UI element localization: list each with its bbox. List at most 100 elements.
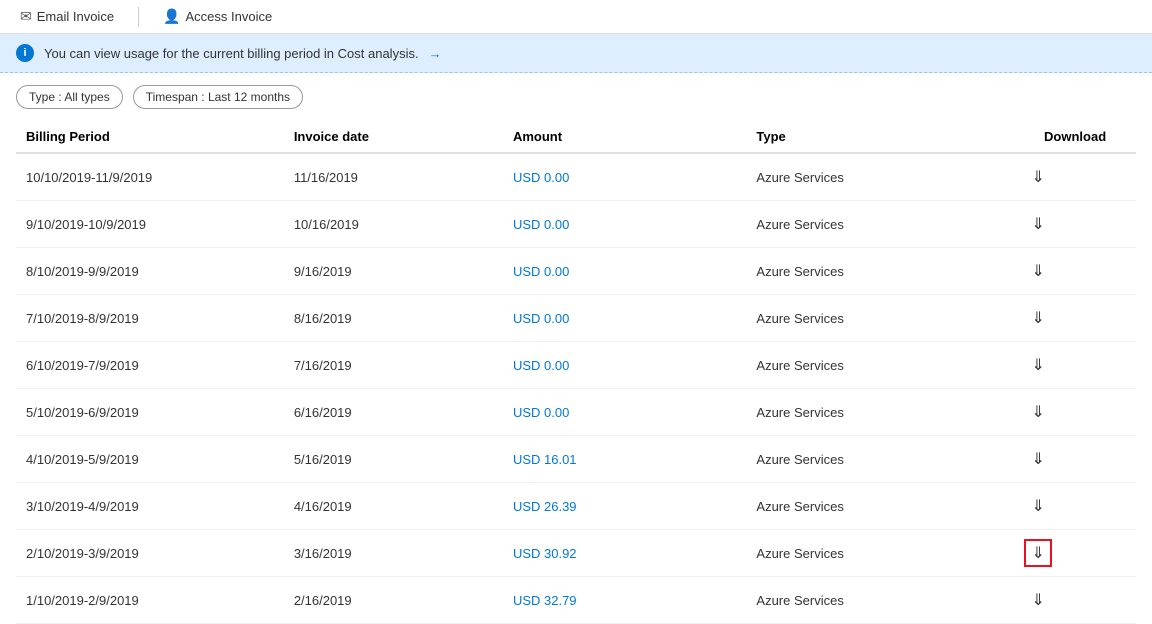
person-icon: 👤 <box>163 8 180 25</box>
download-cell[interactable]: ⇓ <box>1014 153 1136 201</box>
download-button[interactable]: ⇓ <box>1024 492 1052 520</box>
billing-period-cell: 8/10/2019-9/9/2019 <box>16 248 284 295</box>
amount-cell[interactable]: USD 26.39 <box>503 483 746 530</box>
invoices-table: Billing Period Invoice date Amount Type … <box>16 121 1136 624</box>
amount-cell[interactable]: USD 30.92 <box>503 530 746 577</box>
download-cell[interactable]: ⇓ <box>1014 295 1136 342</box>
col-header-download: Download <box>1014 121 1136 153</box>
download-cell[interactable]: ⇓ <box>1014 389 1136 436</box>
download-button[interactable]: ⇓ <box>1024 445 1052 473</box>
table-row: 9/10/2019-10/9/201910/16/2019 USD 0.00 Azu… <box>16 201 1136 248</box>
type-filter-button[interactable]: Type : All types <box>16 85 123 109</box>
invoice-date-cell: 6/16/2019 <box>284 389 503 436</box>
amount-link[interactable]: USD 30.92 <box>513 546 577 561</box>
amount-link[interactable]: USD 0.00 <box>513 358 569 373</box>
invoice-date-cell: 4/16/2019 <box>284 483 503 530</box>
billing-period-cell: 2/10/2019-3/9/2019 <box>16 530 284 577</box>
amount-cell[interactable]: USD 0.00 <box>503 201 746 248</box>
amount-link[interactable]: USD 0.00 <box>513 217 569 232</box>
amount-cell[interactable]: USD 0.00 <box>503 389 746 436</box>
table-row: 1/10/2019-2/9/20192/16/2019 USD 32.79 Azur… <box>16 577 1136 624</box>
invoice-date-cell: 10/16/2019 <box>284 201 503 248</box>
table-header-row: Billing Period Invoice date Amount Type … <box>16 121 1136 153</box>
billing-period-cell: 3/10/2019-4/9/2019 <box>16 483 284 530</box>
amount-link[interactable]: USD 26.39 <box>513 499 577 514</box>
type-cell: Azure Services <box>746 436 1014 483</box>
email-invoice-label: Email Invoice <box>37 9 114 24</box>
download-cell[interactable]: ⇓ <box>1014 483 1136 530</box>
invoice-date-cell: 5/16/2019 <box>284 436 503 483</box>
email-icon: ✉ <box>20 8 32 25</box>
filter-bar: Type : All types Timespan : Last 12 mont… <box>0 73 1152 121</box>
billing-period-cell: 1/10/2019-2/9/2019 <box>16 577 284 624</box>
download-button[interactable]: ⇓ <box>1024 163 1052 191</box>
billing-period-cell: 4/10/2019-5/9/2019 <box>16 436 284 483</box>
table-row: 8/10/2019-9/9/20199/16/2019 USD 0.00 Azure… <box>16 248 1136 295</box>
toolbar-separator <box>138 7 139 27</box>
type-cell: Azure Services <box>746 483 1014 530</box>
email-invoice-button[interactable]: ✉ Email Invoice <box>16 6 118 27</box>
type-cell: Azure Services <box>746 248 1014 295</box>
amount-cell[interactable]: USD 0.00 <box>503 153 746 201</box>
table-row: 4/10/2019-5/9/20195/16/2019 USD 16.01 Azur… <box>16 436 1136 483</box>
download-button[interactable]: ⇓ <box>1024 539 1052 567</box>
invoice-date-cell: 11/16/2019 <box>284 153 503 201</box>
table-row: 6/10/2019-7/9/20197/16/2019 USD 0.00 Azure… <box>16 342 1136 389</box>
access-invoice-button[interactable]: 👤 Access Invoice <box>159 6 276 27</box>
type-cell: Azure Services <box>746 530 1014 577</box>
download-cell[interactable]: ⇓ <box>1014 436 1136 483</box>
info-banner: i You can view usage for the current bil… <box>0 34 1152 73</box>
amount-cell[interactable]: USD 0.00 <box>503 342 746 389</box>
billing-period-cell: 7/10/2019-8/9/2019 <box>16 295 284 342</box>
toolbar: ✉ Email Invoice 👤 Access Invoice <box>0 0 1152 34</box>
invoice-date-cell: 7/16/2019 <box>284 342 503 389</box>
amount-link[interactable]: USD 0.00 <box>513 264 569 279</box>
type-cell: Azure Services <box>746 153 1014 201</box>
download-button[interactable]: ⇓ <box>1024 210 1052 238</box>
amount-link[interactable]: USD 0.00 <box>513 170 569 185</box>
col-header-invoice-date: Invoice date <box>284 121 503 153</box>
table-row: 10/10/2019-11/9/201911/16/2019 USD 0.00 Az… <box>16 153 1136 201</box>
type-cell: Azure Services <box>746 201 1014 248</box>
download-button[interactable]: ⇓ <box>1024 351 1052 379</box>
type-cell: Azure Services <box>746 389 1014 436</box>
info-icon: i <box>16 44 34 62</box>
download-cell[interactable]: ⇓ <box>1014 577 1136 624</box>
access-invoice-label: Access Invoice <box>185 9 272 24</box>
amount-cell[interactable]: USD 16.01 <box>503 436 746 483</box>
invoice-date-cell: 2/16/2019 <box>284 577 503 624</box>
amount-link[interactable]: USD 16.01 <box>513 452 577 467</box>
download-cell[interactable]: ⇓ <box>1014 248 1136 295</box>
amount-link[interactable]: USD 32.79 <box>513 593 577 608</box>
type-cell: Azure Services <box>746 342 1014 389</box>
download-button[interactable]: ⇓ <box>1024 257 1052 285</box>
invoice-date-cell: 9/16/2019 <box>284 248 503 295</box>
billing-period-cell: 6/10/2019-7/9/2019 <box>16 342 284 389</box>
amount-link[interactable]: USD 0.00 <box>513 311 569 326</box>
amount-link[interactable]: USD 0.00 <box>513 405 569 420</box>
amount-cell[interactable]: USD 32.79 <box>503 577 746 624</box>
billing-period-cell: 10/10/2019-11/9/2019 <box>16 153 284 201</box>
invoices-table-container: Billing Period Invoice date Amount Type … <box>0 121 1152 624</box>
download-button[interactable]: ⇓ <box>1024 304 1052 332</box>
download-button[interactable]: ⇓ <box>1024 398 1052 426</box>
download-button[interactable]: ⇓ <box>1024 586 1052 614</box>
table-row: 3/10/2019-4/9/20194/16/2019 USD 26.39 Azur… <box>16 483 1136 530</box>
cost-analysis-link[interactable]: → <box>429 46 442 61</box>
col-header-type: Type <box>746 121 1014 153</box>
invoice-date-cell: 3/16/2019 <box>284 530 503 577</box>
amount-cell[interactable]: USD 0.00 <box>503 248 746 295</box>
amount-cell[interactable]: USD 0.00 <box>503 295 746 342</box>
table-row: 7/10/2019-8/9/20198/16/2019USD 0.00Azure… <box>16 295 1136 342</box>
download-cell[interactable]: ⇓ <box>1014 201 1136 248</box>
invoice-date-cell: 8/16/2019 <box>284 295 503 342</box>
timespan-filter-button[interactable]: Timespan : Last 12 months <box>133 85 303 109</box>
table-row: 2/10/2019-3/9/20193/16/2019 USD 30.92 Azur… <box>16 530 1136 577</box>
download-cell[interactable]: ⇓ <box>1014 342 1136 389</box>
table-row: 5/10/2019-6/9/20196/16/2019 USD 0.00 Azure… <box>16 389 1136 436</box>
col-header-billing-period: Billing Period <box>16 121 284 153</box>
billing-period-cell: 9/10/2019-10/9/2019 <box>16 201 284 248</box>
billing-period-cell: 5/10/2019-6/9/2019 <box>16 389 284 436</box>
download-cell[interactable]: ⇓ <box>1014 530 1136 577</box>
type-cell: Azure Services <box>746 577 1014 624</box>
